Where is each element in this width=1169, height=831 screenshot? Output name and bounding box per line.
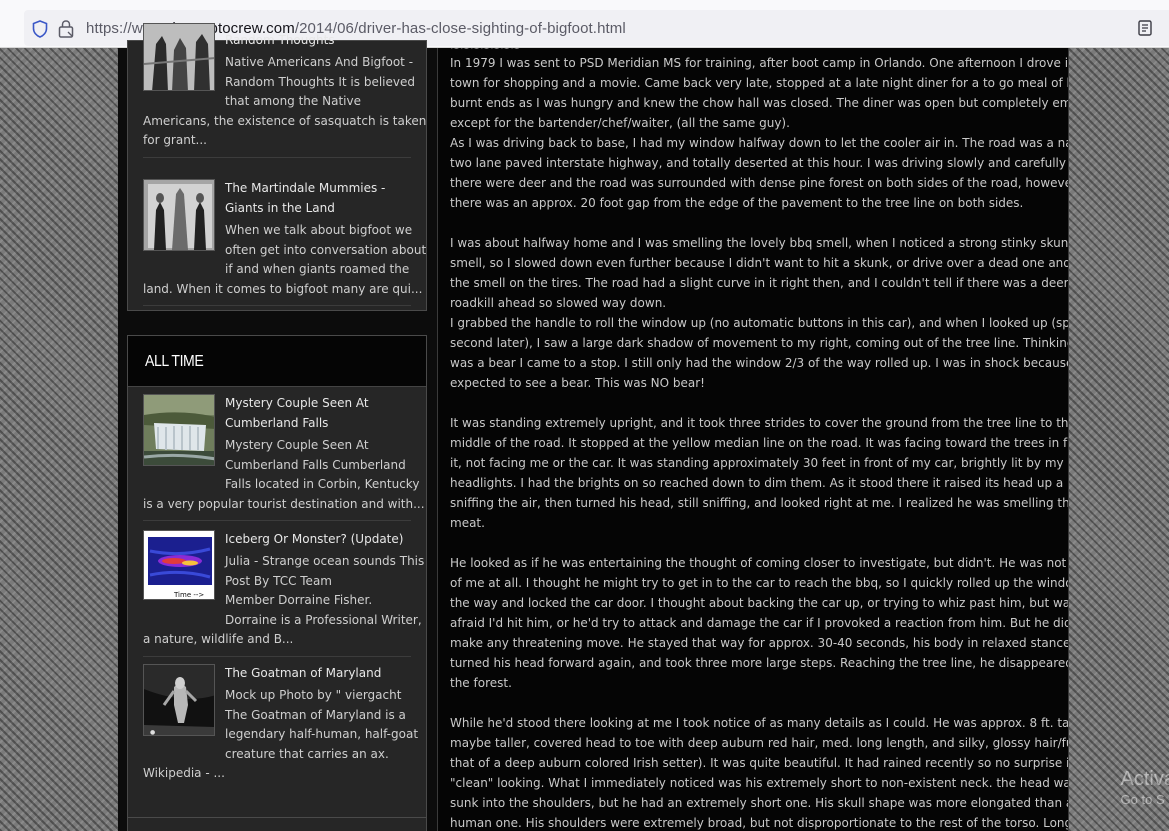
- post-snippet-line: Member Dorraine Fisher.: [225, 593, 373, 607]
- post-title[interactable]: Mystery Couple Seen At Cumberland Falls: [225, 394, 415, 433]
- article-line: headlights. I had the brights on so reac…: [450, 476, 1069, 490]
- article-line: there was an approx. 20 foot gap from th…: [450, 196, 1024, 210]
- article-line: was a bear I came to a stop. I still onl…: [450, 356, 1069, 370]
- article-line: smell, so I slowed down even further bec…: [450, 256, 1069, 270]
- article-line: town for shopping and a movie. Came back…: [450, 76, 1069, 90]
- article-line: meat.: [450, 516, 485, 530]
- post-snippet-line: land. When it comes to bigfoot many are …: [143, 281, 423, 296]
- article-line: sunk into the shoulders, but he had an e…: [450, 796, 1069, 810]
- post-snippet-line: Cumberland Falls Cumberland: [225, 457, 406, 472]
- post-thumbnail[interactable]: Time -->: [143, 530, 215, 600]
- post-title[interactable]: The Goatman of Maryland: [225, 664, 415, 684]
- post-snippet-line: creature that carries an ax.: [225, 746, 389, 761]
- article-line: I grabbed the handle to roll the window …: [450, 316, 1069, 330]
- article-line: burnt ends as I was hungry and knew the …: [450, 96, 1069, 110]
- post-snippet-line: is a very popular tourist destination an…: [143, 496, 425, 511]
- article-body: ~~~~~~~ In 1979 I was sent to PSD Meridi…: [437, 48, 1069, 831]
- post-snippet-line: Post By TCC Team: [225, 573, 332, 588]
- article-line: afraid I'd hit him, or he'd try to attac…: [450, 616, 1069, 630]
- post-snippet-line: legendary half-human, half-goat: [225, 727, 419, 741]
- post-thumbnail[interactable]: [143, 179, 215, 251]
- widget-title-bar: ALL TIME: [128, 336, 426, 387]
- article-line: it, not facing me or the car. It was sta…: [450, 456, 1064, 470]
- widget-title: ALL TIME: [145, 353, 204, 370]
- lock-icon[interactable]: [58, 19, 74, 38]
- article-line: second later), I saw a large dark shadow…: [450, 336, 1069, 350]
- article-line: make any threatening move. He stayed tha…: [450, 636, 1069, 650]
- article-line: two lane paved interstate highway, and t…: [450, 156, 1069, 170]
- article-line: there were deer and the road was surroun…: [450, 176, 1069, 190]
- post-snippet-line: The Goatman of Maryland is a: [225, 707, 406, 722]
- article-line: While he'd stood there looking at me I t…: [450, 716, 1069, 730]
- post-separator: [143, 157, 411, 158]
- post-title[interactable]: Iceberg Or Monster? (Update): [225, 530, 415, 550]
- post-separator: [143, 520, 411, 521]
- post-snippet-line: for grant...: [143, 133, 207, 147]
- article-line: of me at all. I thought he might try to …: [450, 576, 1069, 590]
- post-snippet-line: that among the Native: [225, 94, 361, 108]
- article-line: middle of the road. It stopped at the ye…: [450, 436, 1069, 450]
- article-line: maybe taller, covered head to toe with d…: [450, 736, 1069, 750]
- article-line: I was about halfway home and I was smell…: [450, 236, 1069, 250]
- post-snippet-line: Native Americans And Bigfoot -: [225, 55, 414, 69]
- article-line: human one. His shoulders were extremely …: [450, 816, 1069, 830]
- article-line: "clean" looking. What I immediately noti…: [450, 776, 1069, 790]
- article-line: the smell on the tires. The road had a s…: [450, 276, 1069, 290]
- post-snippet-line: Falls located in Corbin, Kentucky: [225, 477, 420, 491]
- article-line: He looked as if he was entertaining the …: [450, 556, 1069, 570]
- thumb-caption: Time -->: [173, 591, 204, 599]
- article-line: roadkill ahead so slowed way down.: [450, 296, 667, 310]
- post-thumbnail[interactable]: ●: [143, 664, 215, 736]
- article-line: that of a deep auburn colored Irish sett…: [450, 756, 1069, 770]
- sidebar-widget-next: [127, 817, 427, 831]
- article-line: In 1979 I was sent to PSD Meridian MS fo…: [450, 56, 1069, 70]
- post-thumbnail[interactable]: [143, 394, 215, 466]
- article-line: turned his head forward again, and took …: [450, 656, 1069, 670]
- article-line: It was standing extremely upright, and i…: [450, 416, 1069, 430]
- post-separator: [143, 656, 411, 657]
- post-snippet-line: Mystery Couple Seen At: [225, 438, 369, 452]
- article-line: As I was driving back to base, I had my …: [450, 136, 1069, 150]
- post-title[interactable]: The Martindale Mummies - Giants in the L…: [225, 179, 415, 218]
- tracking-protection-shield-icon[interactable]: [32, 20, 48, 38]
- post-snippet-line: Wikipedia - ...: [143, 766, 225, 780]
- article-line: the way and locked the car door. I thoug…: [450, 596, 1069, 610]
- post-snippet-line: Julia - Strange ocean sounds This: [225, 554, 425, 568]
- post-snippet-line: Dorraine is a Professional Writer,: [225, 612, 422, 627]
- post-separator: [143, 305, 411, 306]
- post-snippet-line: Mock up Photo by " viergacht: [225, 688, 402, 702]
- post-snippet-line: Americans, the existence of sasquatch is…: [143, 113, 427, 128]
- sidebar-widget-random: Random Thoughts Native Americans And Big…: [127, 23, 427, 311]
- svg-text:●: ●: [150, 729, 155, 736]
- post-snippet-line: often get into conversation about: [225, 242, 427, 257]
- reader-view-icon[interactable]: [1138, 20, 1152, 36]
- post-snippet-line: a nature, wildlife and B...: [143, 632, 294, 646]
- post-snippet-line: Random Thoughts It is believed: [225, 74, 415, 89]
- sidebar-widget-all-time: ALL TIME Mystery Couple Seen At Cumberla…: [127, 335, 427, 821]
- article-line: the forest.: [450, 676, 512, 690]
- windows-activation-watermark: Activa Go to S: [1120, 768, 1169, 807]
- article-line: except for the bartender/chef/waiter, (a…: [450, 116, 790, 130]
- article-line: sniffing the air, then turned his head, …: [450, 496, 1069, 510]
- article-line: expected to see a bear. This was NO bear…: [450, 376, 705, 390]
- post-snippet-line: When we talk about bigfoot we: [225, 223, 413, 237]
- post-thumbnail[interactable]: [143, 23, 215, 91]
- post-title[interactable]: Random Thoughts: [225, 31, 415, 51]
- post-snippet-line: if and when giants roamed the: [225, 262, 410, 276]
